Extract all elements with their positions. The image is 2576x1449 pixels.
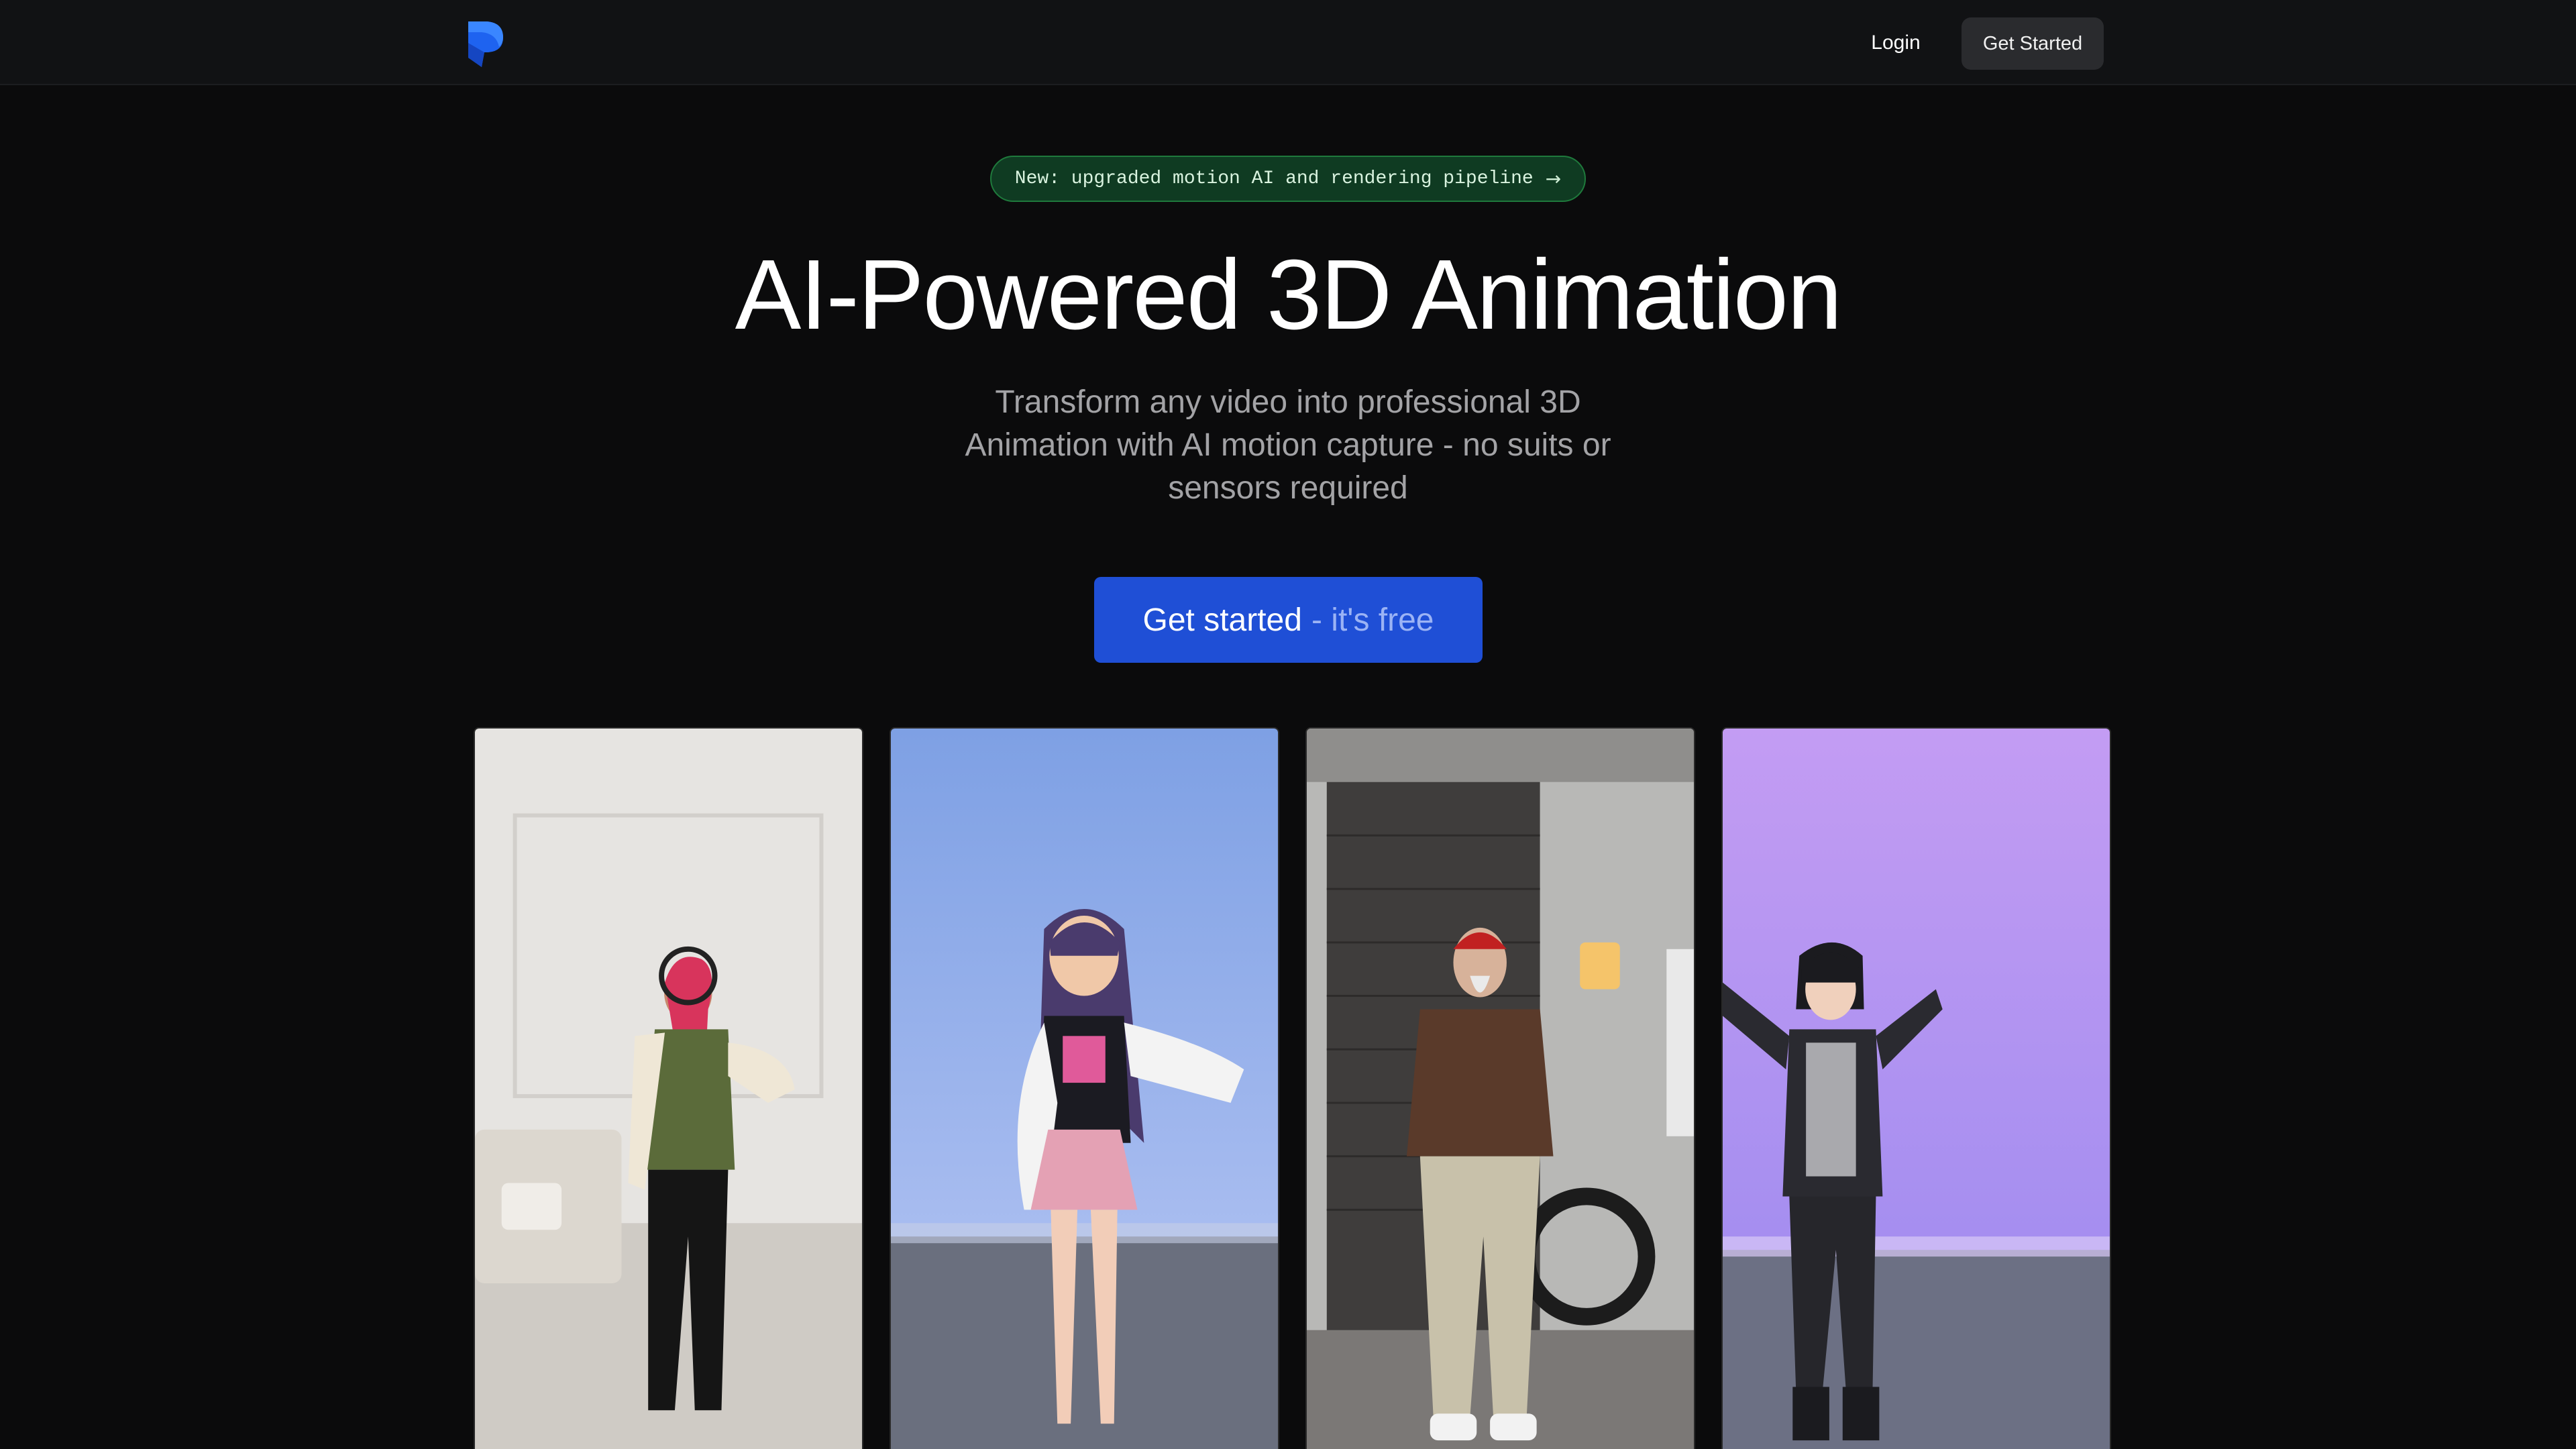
- top-nav: Login Get Started: [0, 0, 2576, 85]
- hero-subtitle: Transform any video into professional 3D…: [965, 384, 1611, 506]
- demo-video-dancer[interactable]: [474, 727, 863, 1449]
- login-link[interactable]: Login: [1849, 19, 1943, 67]
- announcement-pill[interactable]: New: upgraded motion AI and rendering pi…: [990, 156, 1586, 202]
- get-started-nav-button[interactable]: Get Started: [1962, 17, 2104, 70]
- cta-main-label: Get started: [1142, 602, 1302, 638]
- arrow-right-icon: →: [1545, 168, 1562, 190]
- demo-video-anime-boy[interactable]: [1721, 727, 2111, 1449]
- landing-page: Login Get Started New: upgraded motion A…: [0, 0, 2576, 1449]
- hero-title: AI-Powered 3D Animation: [735, 239, 1843, 350]
- announcement-text: New: upgraded motion AI and rendering pi…: [1014, 168, 1534, 189]
- brand-logo-icon[interactable]: [467, 19, 504, 68]
- demo-video-grid: [474, 727, 2112, 1449]
- demo-video-man-fireplace[interactable]: [1305, 727, 1695, 1449]
- get-started-free-button[interactable]: Get started - it's free: [1094, 577, 1483, 663]
- cta-secondary-label: - it's free: [1311, 602, 1434, 638]
- demo-video-anime-girl[interactable]: [890, 727, 1279, 1449]
